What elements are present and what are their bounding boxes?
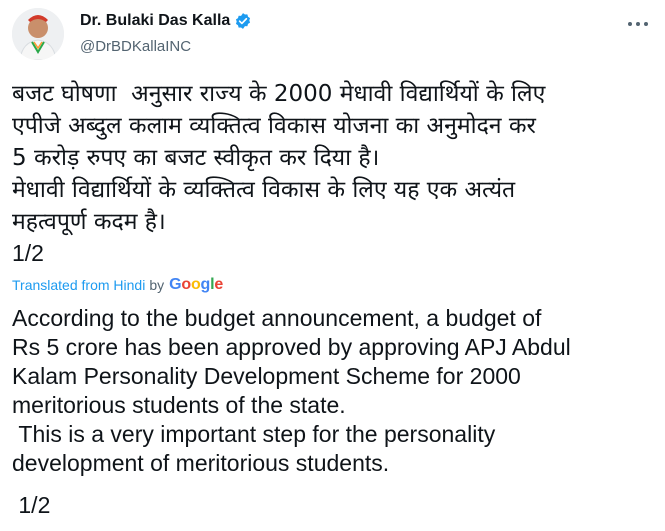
more-options-icon[interactable] <box>623 14 653 34</box>
tweet-text-english: According to the budget announcement, a … <box>12 305 571 476</box>
thread-counter-hindi: 1/2 <box>12 240 44 266</box>
translation-attribution[interactable]: Translated from Hindi by Google <box>12 276 223 294</box>
tweet-text-hindi: बजट घोषणा अनुसार राज्य के 2000 मेधावी वि… <box>12 81 546 235</box>
profile-avatar[interactable] <box>12 8 64 60</box>
author-handle[interactable]: @DrBDKallaINC <box>80 38 252 55</box>
thread-counter-english: 1/2 <box>12 492 51 518</box>
author-info: Dr. Bulaki Das Kalla @DrBDKallaINC <box>80 10 252 55</box>
verified-badge-icon <box>234 12 252 30</box>
translated-by-label: by <box>149 277 165 293</box>
translated-from-label[interactable]: Translated from Hindi <box>12 277 145 293</box>
google-logo: Google <box>169 276 224 293</box>
tweet-card: Dr. Bulaki Das Kalla @DrBDKallaINC बजट घ… <box>0 0 665 531</box>
author-display-name[interactable]: Dr. Bulaki Das Kalla <box>80 12 230 30</box>
